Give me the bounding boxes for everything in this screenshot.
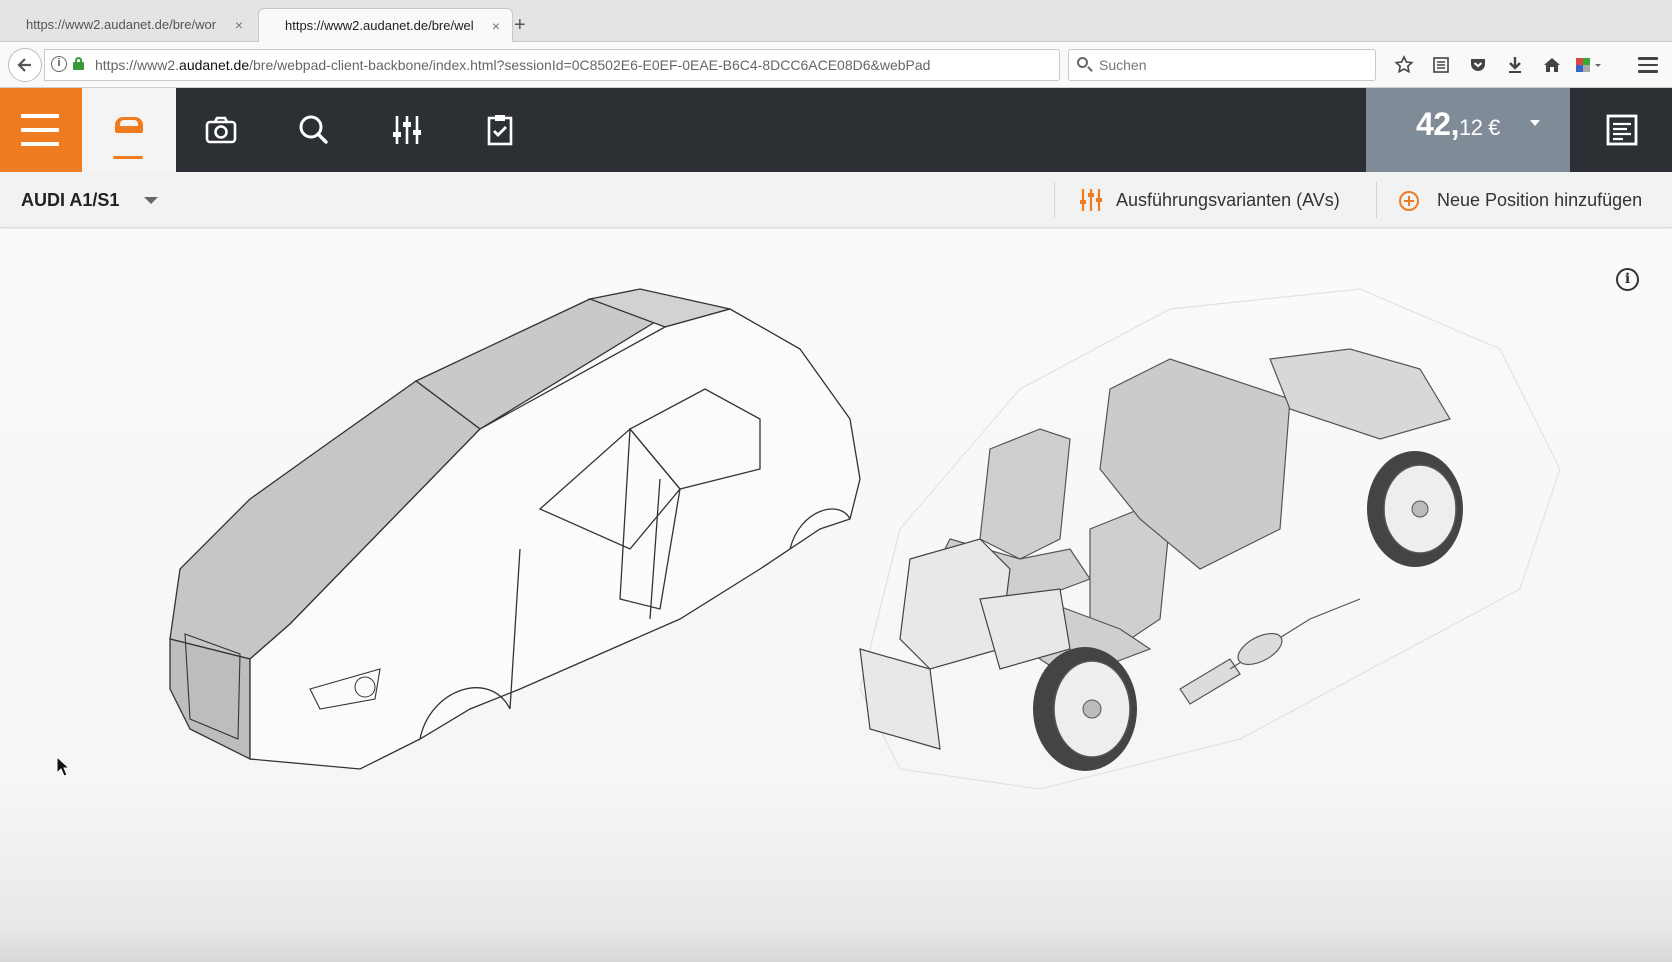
url-bar[interactable]: i https://www2.audanet.de/bre/webpad-cli… bbox=[44, 49, 1091, 81]
car-icon bbox=[115, 117, 143, 133]
checklist-button[interactable] bbox=[480, 110, 520, 150]
fuel-tank[interactable] bbox=[1269, 348, 1451, 440]
url-path: /bre/webpad-client-backbone/index.html?s… bbox=[249, 57, 931, 73]
pocket-icon[interactable] bbox=[1459, 50, 1496, 80]
site-info-icon[interactable]: i bbox=[51, 56, 67, 72]
exhaust[interactable] bbox=[1179, 598, 1361, 705]
receipt-icon bbox=[1606, 114, 1638, 146]
report-button[interactable] bbox=[1570, 88, 1672, 172]
browser-menu-icon[interactable] bbox=[1638, 57, 1658, 73]
tab-title: https://www2.audanet.de/bre/wor bbox=[26, 17, 217, 32]
add-circle-icon bbox=[1399, 191, 1419, 211]
car-body-graphic[interactable] bbox=[160, 269, 920, 809]
rear-wheel[interactable] bbox=[1367, 451, 1463, 567]
add-position-button[interactable]: Neue Position hinzufügen bbox=[1437, 172, 1642, 228]
search-icon bbox=[299, 115, 328, 144]
tab-vehicle[interactable] bbox=[82, 88, 176, 172]
back-button[interactable] bbox=[8, 48, 42, 82]
chevron-down-icon bbox=[1530, 120, 1540, 126]
divider bbox=[1376, 182, 1377, 218]
download-icon[interactable] bbox=[1496, 50, 1533, 80]
browser-search-input[interactable]: Suchen bbox=[1068, 49, 1376, 81]
vehicle-graphic-area: i bbox=[0, 229, 1672, 962]
tab-close-icon[interactable]: × bbox=[235, 8, 243, 42]
info-icon[interactable]: i bbox=[1616, 268, 1639, 291]
bookmark-star-icon[interactable] bbox=[1385, 50, 1422, 80]
clipboard-check-icon bbox=[487, 115, 513, 146]
lock-icon bbox=[73, 57, 84, 70]
total-price: 42,12 € bbox=[1416, 106, 1500, 142]
chevron-down-icon[interactable] bbox=[144, 197, 158, 204]
camera-icon bbox=[205, 116, 237, 144]
camera-button[interactable] bbox=[201, 110, 241, 150]
vehicle-model-selector[interactable]: AUDI A1/S1 bbox=[21, 172, 119, 228]
search-placeholder: Suchen bbox=[1099, 57, 1147, 73]
price-dropdown[interactable]: 42,12 € bbox=[1366, 88, 1570, 172]
browser-tab-bar: https://www2.audanet.de/bre/wor × https:… bbox=[0, 0, 1672, 42]
sliders-icon bbox=[1080, 189, 1102, 211]
browser-nav-bar: i https://www2.audanet.de/bre/webpad-cli… bbox=[0, 42, 1672, 88]
front-wheel[interactable] bbox=[1033, 647, 1137, 771]
sliders-icon bbox=[393, 116, 421, 144]
vehicle-subheader: AUDI A1/S1 Ausführungsvarianten (AVs) Ne… bbox=[0, 172, 1672, 228]
new-tab-button[interactable]: + bbox=[514, 12, 526, 38]
divider bbox=[1054, 182, 1055, 218]
front-bumper-zone[interactable] bbox=[169, 638, 251, 761]
variants-button[interactable]: Ausführungsvarianten (AVs) bbox=[1116, 172, 1340, 228]
sliders-button[interactable] bbox=[387, 110, 427, 150]
browser-tab-inactive[interactable]: https://www2.audanet.de/bre/wor × bbox=[0, 8, 255, 42]
search-button[interactable] bbox=[294, 110, 334, 150]
arrow-left-icon bbox=[17, 58, 31, 72]
url-host: audanet.de bbox=[179, 57, 250, 73]
extension-icon[interactable] bbox=[1570, 50, 1607, 80]
tab-title: https://www2.audanet.de/bre/wel bbox=[285, 18, 474, 33]
mouse-cursor-icon bbox=[56, 756, 71, 777]
home-icon[interactable] bbox=[1533, 50, 1570, 80]
reading-list-icon[interactable] bbox=[1422, 50, 1459, 80]
tab-close-icon[interactable]: × bbox=[492, 9, 500, 42]
app-menu-button[interactable] bbox=[0, 88, 82, 172]
search-icon bbox=[1077, 57, 1088, 68]
url-prefix: https://www2. bbox=[95, 57, 180, 73]
browser-toolbar bbox=[1385, 50, 1607, 80]
url-text[interactable]: https://www2.audanet.de/bre/webpad-clien… bbox=[95, 50, 1030, 80]
active-tab-indicator bbox=[113, 156, 143, 159]
browser-tab-active[interactable]: https://www2.audanet.de/bre/wel × bbox=[258, 8, 513, 42]
chassis-interior-graphic[interactable] bbox=[840, 269, 1560, 789]
app-header: 42,12 € bbox=[0, 88, 1672, 172]
